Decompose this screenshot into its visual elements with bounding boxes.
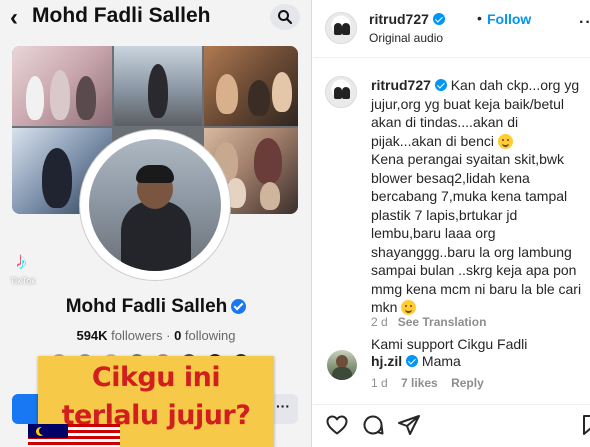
follow-button[interactable]: Follow (487, 11, 531, 27)
reply-button[interactable]: Reply (451, 376, 484, 390)
collage-photo-3 (204, 46, 298, 126)
smile-emoji-icon (401, 300, 417, 315)
fb-profile-name-text: Mohd Fadli Salleh (65, 296, 228, 317)
back-arrow-icon: ‹ (10, 4, 18, 31)
share-icon[interactable] (397, 413, 421, 437)
reply-time: 1 d (371, 376, 388, 390)
see-translation-link[interactable]: See Translation (398, 315, 487, 329)
post-actions-bar (313, 404, 590, 447)
stats-separator: · (166, 328, 171, 343)
caption-text-part2: Kena perangai syaitan skit,bwk blower be… (371, 151, 582, 315)
header-separator: • (477, 10, 482, 26)
caption-text-part3: Kami support Cikgu Fadli (371, 336, 528, 352)
reply-username[interactable]: hj.zil (371, 353, 402, 369)
caption-comment-username[interactable]: ritrud727 (371, 77, 431, 93)
reply-comment-text: hj.zil Mama (371, 352, 587, 371)
following-label: following (184, 328, 236, 343)
caption-comment-time: 2 d (371, 315, 388, 329)
post-author-avatar[interactable] (325, 12, 357, 44)
search-icon (270, 4, 300, 30)
followers-label: followers (111, 328, 163, 343)
fb-profile-header: ‹ Mohd Fadli Salleh (0, 0, 311, 36)
following-count: 0 (174, 328, 182, 343)
comment-author-avatar[interactable] (325, 76, 357, 108)
post-header: ritrud727 • Follow Original audio ··· (313, 0, 590, 58)
more-options-icon[interactable]: ··· (579, 14, 590, 32)
tiktok-watermark: ♪ TikTok (10, 248, 80, 298)
reply-likes[interactable]: 7 likes (401, 376, 438, 390)
fb-profile-name: Mohd Fadli Salleh (0, 296, 311, 318)
fb-follow-stats: 594K followers · 0 following (0, 328, 311, 343)
fb-header-title: Mohd Fadli Salleh (32, 4, 211, 27)
comment-icon[interactable] (361, 413, 385, 437)
caption-line-1: Cikgu ini (91, 362, 221, 393)
profile-picture (80, 130, 230, 280)
verified-badge-icon (231, 299, 247, 314)
reply-author-avatar[interactable] (327, 350, 357, 380)
verified-badge-icon (406, 355, 419, 367)
collage-photo-2 (114, 46, 202, 126)
reply-comment-meta: 1 d 7 likes Reply (371, 376, 484, 390)
bookmark-icon[interactable] (579, 413, 590, 437)
smile-emoji-icon (497, 133, 513, 149)
comments-panel: ritrud727 • Follow Original audio ··· ri… (313, 0, 590, 447)
screen: ‹ Mohd Fadli Salleh ♪ TikTok Mohd Fadli … (0, 0, 590, 447)
caption-comment-meta: 2 d See Translation (371, 315, 486, 329)
caption-comment-text: ritrud727 Kan dah ckp...org yg jujur,org… (371, 76, 587, 354)
verified-badge-icon (434, 79, 447, 91)
collage-photo-1 (12, 46, 112, 126)
post-author-username-text[interactable]: ritrud727 (369, 11, 429, 27)
malaysia-flag-icon (28, 424, 120, 447)
followers-count: 594K (76, 328, 108, 343)
reply-text: Mama (421, 353, 461, 369)
tiktok-icon: ♪ (16, 248, 27, 273)
reel-video[interactable]: ‹ Mohd Fadli Salleh ♪ TikTok Mohd Fadli … (0, 0, 312, 447)
post-author-username[interactable]: ritrud727 (369, 11, 445, 27)
heart-icon[interactable] (325, 413, 349, 437)
original-audio-link[interactable]: Original audio (369, 31, 443, 45)
tiktok-text: TikTok (10, 276, 36, 286)
verified-badge-icon (432, 13, 445, 25)
